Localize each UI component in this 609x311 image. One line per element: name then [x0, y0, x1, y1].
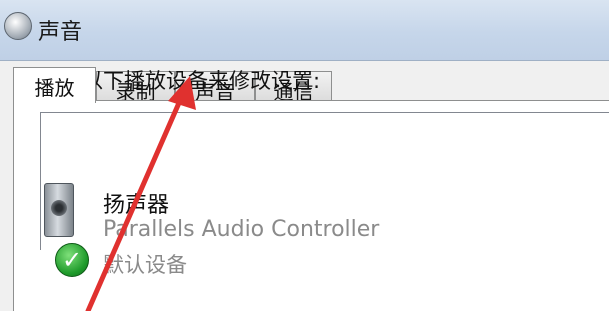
speaker-icon [44, 183, 74, 237]
speaker-cone [51, 200, 67, 216]
device-name[interactable]: 扬声器 [103, 187, 169, 219]
device-description: Parallels Audio Controller [103, 217, 380, 242]
tab-playback[interactable]: 播放 [13, 67, 96, 103]
title-bar: 声音 [0, 0, 609, 61]
green-check-icon: ✓ [55, 243, 89, 277]
tab-label: 播放 [34, 76, 75, 100]
window-title: 声音 [38, 20, 83, 45]
device-status: 默认设备 [103, 253, 187, 277]
speaker-icon [4, 12, 32, 40]
